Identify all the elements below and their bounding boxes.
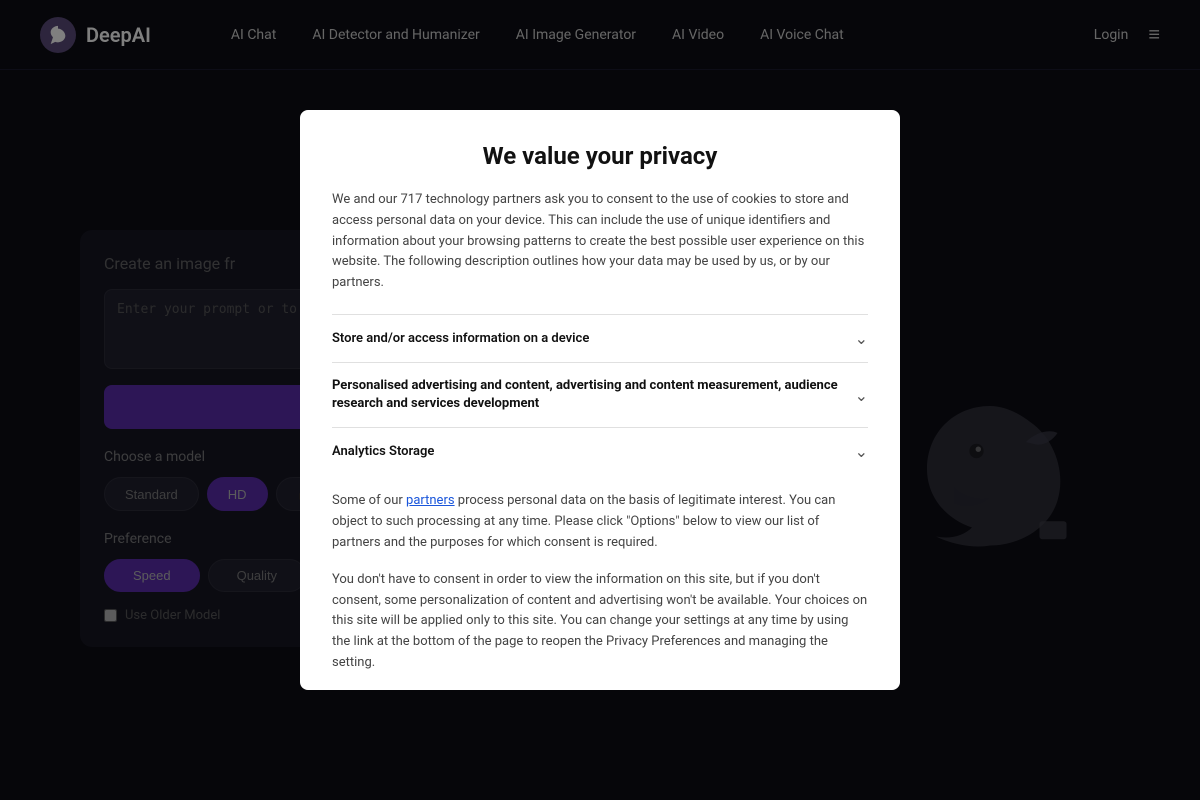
consent-section-2[interactable]: Personalised advertising and content, ad… xyxy=(332,362,868,427)
modal-title: We value your privacy xyxy=(332,142,868,170)
consent-section-1-label: Store and/or access information on a dev… xyxy=(332,331,589,346)
consent-section-3[interactable]: Analytics Storage ⌄ xyxy=(332,427,868,475)
consent-section-1[interactable]: Store and/or access information on a dev… xyxy=(332,314,868,362)
consent-section-2-label: Personalised advertising and content, ad… xyxy=(332,377,852,413)
consent-section-3-label: Analytics Storage xyxy=(332,444,434,459)
chevron-down-icon-1: ⌄ xyxy=(855,329,868,348)
chevron-down-icon-3: ⌄ xyxy=(855,442,868,461)
partners-link[interactable]: partners xyxy=(406,493,455,508)
no-consent-text: You don't have to consent in order to vi… xyxy=(332,570,868,690)
privacy-modal: We value your privacy We and our 717 tec… xyxy=(300,110,900,690)
modal-description: We and our 717 technology partners ask y… xyxy=(332,190,868,294)
legitimate-interest-text: Some of our partners process personal da… xyxy=(332,475,868,569)
chevron-down-icon-2: ⌄ xyxy=(855,386,868,405)
